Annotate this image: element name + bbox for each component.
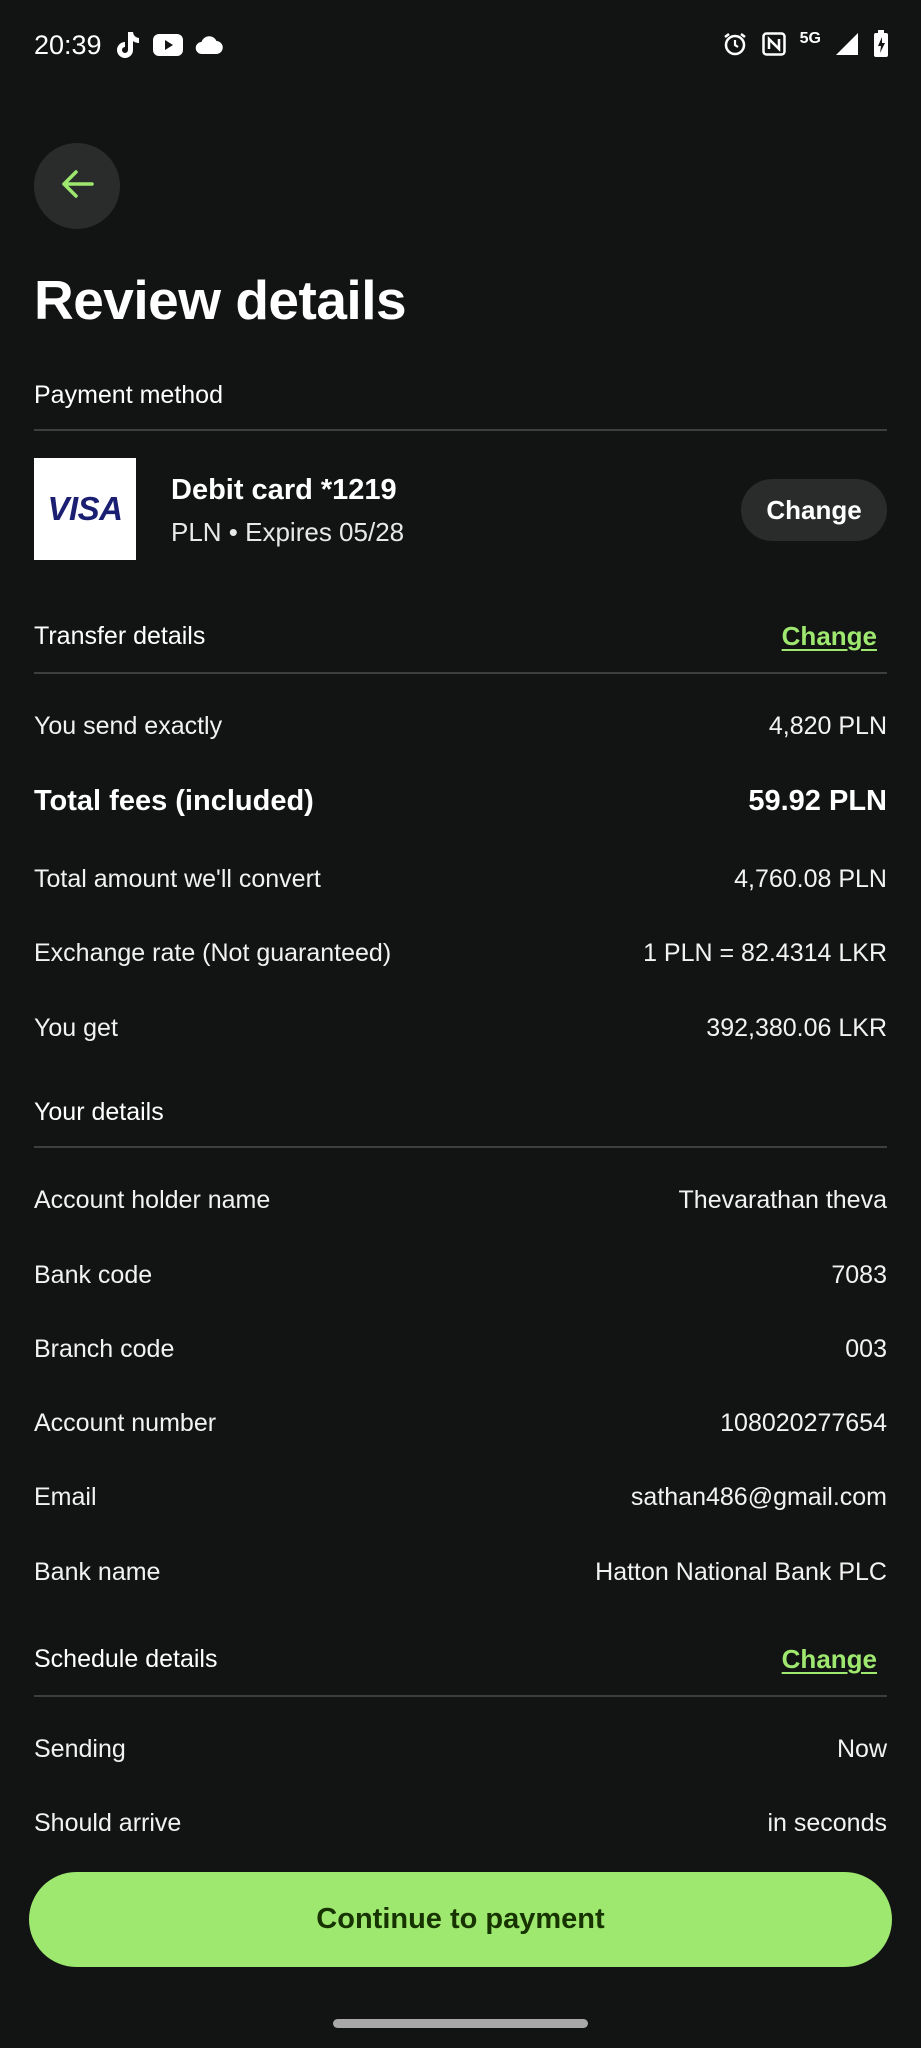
detail-row-sending: Sending Now	[34, 1732, 887, 1766]
divider	[34, 1146, 887, 1148]
row-label: Branch code	[34, 1335, 175, 1363]
battery-charging-icon	[873, 30, 889, 63]
row-value: Thevarathan theva	[678, 1186, 887, 1214]
detail-row-amount-converted: Total amount we'll convert 4,760.08 PLN	[34, 862, 887, 896]
your-details-heading: Your details	[34, 1098, 164, 1126]
row-label: Should arrive	[34, 1809, 182, 1837]
card-title: Debit card *1219	[171, 474, 397, 506]
row-label: Total fees (included)	[34, 785, 314, 817]
detail-row-exchange-rate: Exchange rate (Not guaranteed) 1 PLN = 8…	[34, 936, 887, 970]
row-value: sathan486@gmail.com	[630, 1483, 887, 1511]
row-label: Bank name	[34, 1558, 161, 1586]
row-label: Bank code	[34, 1261, 153, 1289]
change-schedule-details-link[interactable]: Change	[782, 1642, 877, 1676]
row-label: Total amount we'll convert	[34, 865, 321, 893]
row-label: Account number	[34, 1409, 217, 1437]
detail-row-you-get: You get 392,380.06 LKR	[34, 1011, 887, 1045]
row-value: 1 PLN = 82.4314 LKR	[643, 939, 887, 967]
detail-row-you-send: You send exactly 4,820 PLN	[34, 709, 887, 743]
row-label: Sending	[34, 1735, 126, 1763]
row-value: 003	[845, 1335, 887, 1363]
continue-to-payment-button[interactable]: Continue to payment	[29, 1872, 892, 1967]
status-time: 20:39	[34, 30, 102, 60]
change-transfer-details-link[interactable]: Change	[782, 619, 877, 653]
divider	[34, 429, 887, 431]
page-title: Review details	[34, 269, 407, 331]
network-type: 5G	[799, 29, 821, 47]
row-label: Exchange rate (Not guaranteed)	[34, 939, 392, 967]
row-label: Email	[34, 1483, 97, 1511]
row-value: 4,820 PLN	[768, 712, 887, 740]
detail-row-branch-code: Branch code 003	[34, 1332, 887, 1366]
detail-row-account-number: Account number 108020277654	[34, 1406, 887, 1440]
detail-row-total-fees: Total fees (included) 59.92 PLN	[34, 784, 887, 818]
tiktok-icon	[113, 30, 141, 65]
transfer-details-heading: Transfer details	[34, 622, 206, 650]
detail-row-should-arrive: Should arrive in seconds	[34, 1806, 887, 1840]
nfc-icon	[761, 32, 786, 61]
visa-logo-text: VISA	[47, 490, 123, 527]
detail-row-email: Email sathan486@gmail.com	[34, 1480, 887, 1514]
row-value: 7083	[831, 1261, 887, 1289]
youtube-icon	[153, 34, 183, 61]
payment-method-heading: Payment method	[34, 381, 223, 409]
status-left-icons	[113, 30, 223, 65]
arrow-left-icon	[60, 169, 94, 204]
back-button[interactable]	[34, 143, 120, 229]
detail-row-bank-name: Bank name Hatton National Bank PLC	[34, 1555, 887, 1589]
card-subtitle: PLN • Expires 05/28	[171, 517, 405, 547]
detail-row-account-holder: Account holder name Thevarathan theva	[34, 1183, 887, 1217]
cloud-icon	[195, 35, 223, 60]
detail-row-bank-code: Bank code 7083	[34, 1258, 887, 1292]
divider	[34, 1695, 887, 1697]
row-value: Hatton National Bank PLC	[595, 1558, 887, 1586]
change-payment-method-button[interactable]: Change	[741, 479, 887, 541]
divider	[34, 672, 887, 674]
row-label: You send exactly	[34, 712, 223, 740]
row-value: Now	[836, 1735, 887, 1763]
visa-logo: VISA	[34, 458, 136, 560]
row-value: 4,760.08 PLN	[734, 865, 887, 893]
row-label: You get	[34, 1014, 118, 1042]
signal-icon	[835, 32, 859, 61]
home-indicator[interactable]	[333, 2019, 588, 2028]
alarm-icon	[722, 31, 748, 62]
schedule-details-heading: Schedule details	[34, 1645, 218, 1673]
row-value: 108020277654	[720, 1409, 887, 1437]
status-right-icons: 5G	[722, 30, 889, 63]
row-value: in seconds	[767, 1809, 887, 1837]
row-label: Account holder name	[34, 1186, 271, 1214]
row-value: 392,380.06 LKR	[706, 1014, 887, 1042]
row-value: 59.92 PLN	[748, 785, 887, 817]
